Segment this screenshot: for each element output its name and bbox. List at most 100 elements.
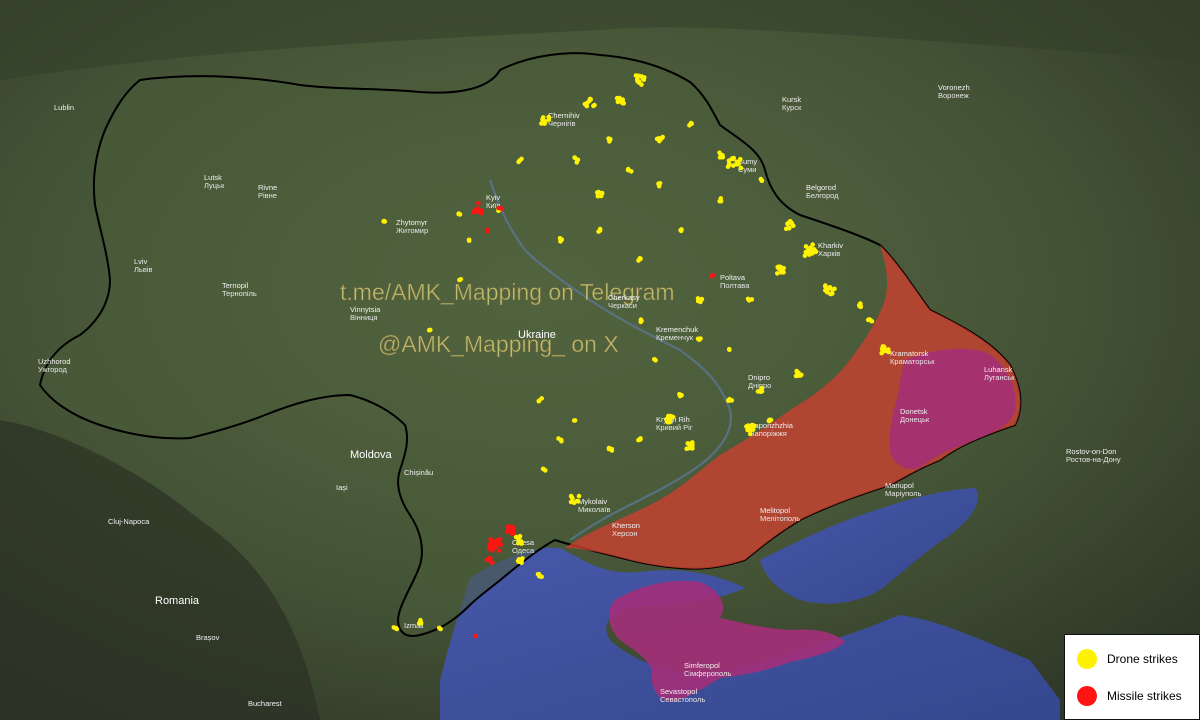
- drone-strike-marker: [808, 245, 813, 251]
- missile-strike-marker: [510, 525, 516, 531]
- drone-strike-marker: [803, 244, 809, 249]
- drone-strike-marker: [678, 228, 683, 233]
- drone-strike-marker: [597, 226, 603, 232]
- drone-strike-marker: [599, 190, 605, 196]
- drone-strike-marker: [558, 437, 564, 443]
- city-label-cyr-kursk: Курск: [782, 103, 802, 112]
- drone-marker-icon: [1077, 649, 1097, 669]
- drone-strike-marker: [759, 178, 765, 183]
- drone-strike-marker: [394, 625, 399, 631]
- drone-strike-marker: [614, 95, 620, 101]
- missile-strike-marker: [499, 206, 505, 212]
- drone-strike-marker: [466, 237, 472, 243]
- drone-strike-marker: [865, 317, 871, 323]
- drone-strike-marker: [788, 219, 793, 224]
- city-label-cyr-mykolaiv: Миколаїв: [578, 505, 610, 514]
- drone-strike-marker: [516, 557, 522, 562]
- drone-strike-marker: [625, 166, 631, 172]
- drone-strike-marker: [727, 162, 732, 167]
- missile-strike-marker: [485, 557, 491, 563]
- legend-item-drone: Drone strikes: [1077, 649, 1178, 669]
- drone-strike-marker: [668, 413, 673, 419]
- city-label-cyr-rivne: Рівне: [258, 191, 277, 200]
- drone-strike-marker: [546, 117, 552, 122]
- drone-strike-marker: [516, 537, 521, 543]
- drone-strike-marker: [720, 155, 726, 160]
- city-label-cyr-belgorod: Белгород: [806, 191, 839, 200]
- drone-strike-marker: [827, 285, 833, 290]
- drone-strike-marker: [885, 347, 891, 352]
- drone-strike-marker: [738, 156, 743, 162]
- country-label-romania: Romania: [155, 595, 200, 607]
- missile-strike-marker: [488, 542, 494, 547]
- missile-strike-marker: [710, 272, 716, 278]
- city-label-cyr-simferopol: Сімферополь: [684, 669, 731, 678]
- drone-strike-marker: [638, 256, 643, 262]
- city-label-cluj: Cluj-Napoca: [108, 517, 150, 526]
- drone-strike-marker: [730, 156, 735, 161]
- city-label-iasi: Iași: [336, 483, 348, 492]
- drone-strike-marker: [857, 304, 862, 309]
- drone-strike-marker: [606, 136, 611, 141]
- drone-strike-marker: [639, 74, 644, 79]
- drone-strike-marker: [457, 212, 463, 217]
- drone-strike-marker: [576, 493, 582, 499]
- drone-strike-marker: [638, 319, 644, 325]
- country-label-moldova: Moldova: [350, 449, 392, 461]
- drone-strike-marker: [747, 431, 753, 437]
- city-label-cyr-voronezh: Воронеж: [938, 91, 969, 100]
- missile-strike-marker: [479, 210, 484, 216]
- city-label-cyr-chernihiv: Чернігів: [548, 119, 576, 128]
- drone-strike-marker: [436, 625, 442, 631]
- missile-strike-marker: [476, 200, 481, 206]
- drone-strike-marker: [381, 218, 387, 224]
- legend-label-drone: Drone strikes: [1107, 652, 1178, 666]
- city-label-bucharest: Bucharest: [248, 699, 283, 708]
- drone-strike-marker: [537, 574, 542, 579]
- drone-strike-marker: [587, 97, 593, 103]
- drone-strike-marker: [575, 498, 581, 504]
- drone-strike-marker: [574, 160, 580, 165]
- drone-strike-marker: [609, 446, 615, 452]
- drone-strike-marker: [428, 327, 433, 333]
- country-label-ukraine: Ukraine: [518, 329, 556, 341]
- drone-strike-marker: [418, 617, 423, 623]
- drone-strike-marker: [541, 466, 546, 472]
- drone-strike-marker: [559, 237, 565, 242]
- missile-strike-marker: [490, 560, 495, 566]
- drone-strike-marker: [731, 163, 736, 168]
- drone-strike-marker: [660, 134, 665, 140]
- city-label-cyr-sevastopol: Севастополь: [660, 695, 705, 704]
- city-label-cyr-uzhhorod: Ужгород: [38, 365, 67, 374]
- drone-strike-marker: [690, 443, 695, 448]
- drone-strike-marker: [726, 398, 731, 404]
- city-label-chisinau: Chișinău: [404, 468, 433, 477]
- drone-strike-marker: [880, 344, 886, 349]
- drone-strike-marker: [570, 496, 575, 501]
- drone-strike-marker: [825, 290, 830, 295]
- city-label-cyr-kramatorsk: Краматорськ: [890, 357, 935, 366]
- drone-strike-marker: [687, 123, 692, 128]
- missile-strike-marker: [473, 633, 478, 639]
- city-label-cyr-rostov: Ростов-на-Дону: [1066, 455, 1121, 464]
- city-label-cyr-lviv: Львів: [134, 265, 152, 274]
- city-label-cyr-ternopil: Тернопіль: [222, 289, 257, 298]
- drone-strike-marker: [639, 82, 644, 87]
- city-label-cyr-poltava: Полтава: [720, 281, 750, 290]
- drone-strike-marker: [879, 350, 884, 356]
- drone-strike-marker: [594, 190, 600, 195]
- city-label-lublin: Lublin: [54, 103, 74, 112]
- drone-strike-marker: [695, 298, 701, 304]
- missile-strike-marker: [484, 227, 490, 233]
- city-label-cyr-mariupol: Маріуполь: [885, 489, 922, 498]
- city-label-cyr-donetsk: Донецьк: [900, 415, 930, 424]
- city-label-cyr-cherkasy: Черкаси: [608, 301, 637, 310]
- city-label-cyr-kremenchuk: Кременчук: [656, 333, 694, 342]
- drone-strike-marker: [829, 291, 834, 297]
- drone-strike-marker: [749, 426, 754, 431]
- drone-strike-marker: [516, 159, 521, 165]
- drone-strike-marker: [813, 249, 819, 255]
- city-label-cyr-kherson: Херсон: [612, 529, 638, 538]
- map-legend: Drone strikes Missile strikes: [1064, 634, 1200, 720]
- drone-strike-marker: [803, 249, 809, 255]
